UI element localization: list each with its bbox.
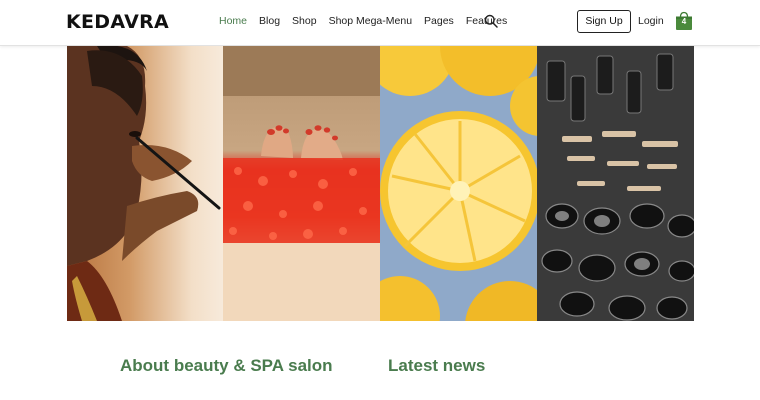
cart-button[interactable]: 4 <box>674 11 694 31</box>
login-link[interactable]: Login <box>638 15 664 27</box>
nav-item-pages[interactable]: Pages <box>424 15 454 27</box>
nav-item-blog[interactable]: Blog <box>259 15 280 27</box>
hero-gallery <box>67 46 694 321</box>
hero-image-lemons <box>380 46 537 321</box>
about-section-title: About beauty & SPA salon <box>120 356 333 375</box>
nav-item-shop[interactable]: Shop <box>292 15 317 27</box>
hero-image-makeup-woman <box>67 46 223 321</box>
site-logo[interactable]: KEDAVRA <box>66 11 169 33</box>
nav-item-shop-mega-menu[interactable]: Shop Mega-Menu <box>329 15 412 27</box>
site-header: KEDAVRA Home Blog Shop Shop Mega-Menu Pa… <box>0 0 760 46</box>
nav-item-home[interactable]: Home <box>219 15 247 27</box>
latest-news-title: Latest news <box>388 356 486 375</box>
main-nav: Home Blog Shop Shop Mega-Menu Pages Feat… <box>219 15 519 27</box>
search-icon[interactable] <box>484 14 498 28</box>
sign-up-button[interactable]: Sign Up <box>577 10 631 33</box>
cart-count-badge: 4 <box>681 17 687 26</box>
hero-image-makeup-products <box>537 46 694 321</box>
hero-image-spa-bath <box>223 46 380 321</box>
